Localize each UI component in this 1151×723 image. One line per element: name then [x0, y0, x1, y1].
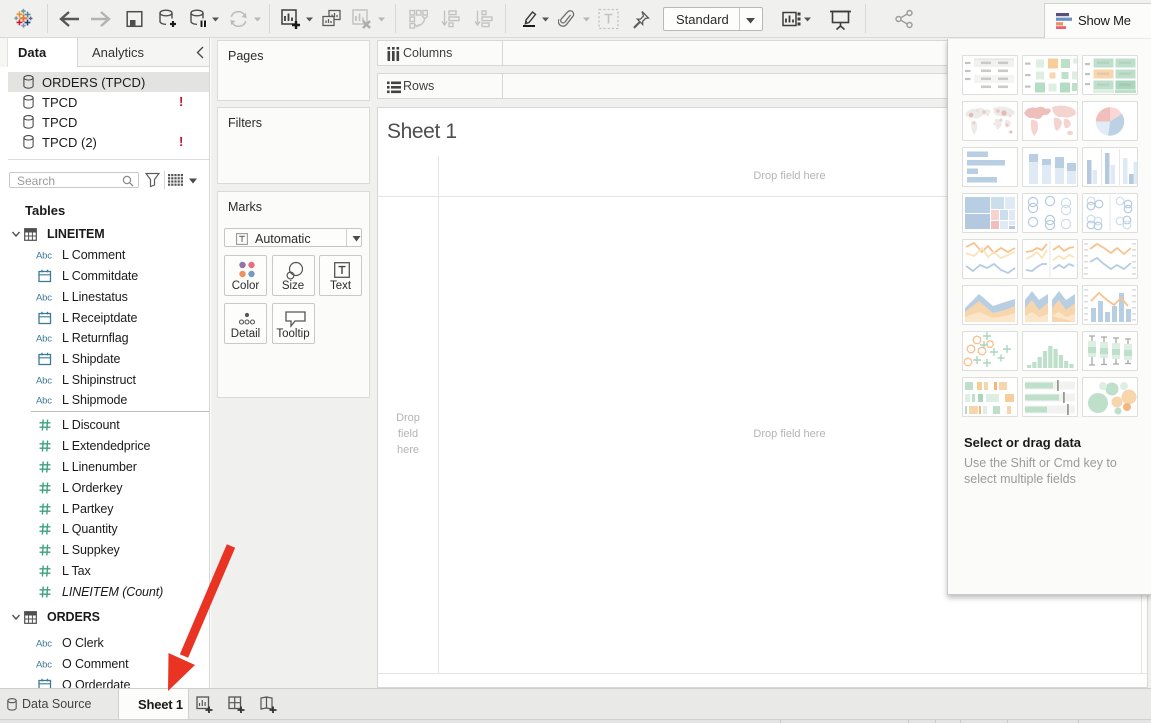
- svg-text:Abc: Abc: [36, 334, 52, 345]
- svg-text:Abc: Abc: [36, 639, 52, 650]
- svg-text:Abc: Abc: [36, 660, 52, 671]
- svg-text:Abc: Abc: [36, 251, 52, 262]
- svg-text:Abc: Abc: [36, 375, 52, 386]
- svg-text:Abc: Abc: [36, 396, 52, 407]
- svg-text:Abc: Abc: [36, 293, 52, 304]
